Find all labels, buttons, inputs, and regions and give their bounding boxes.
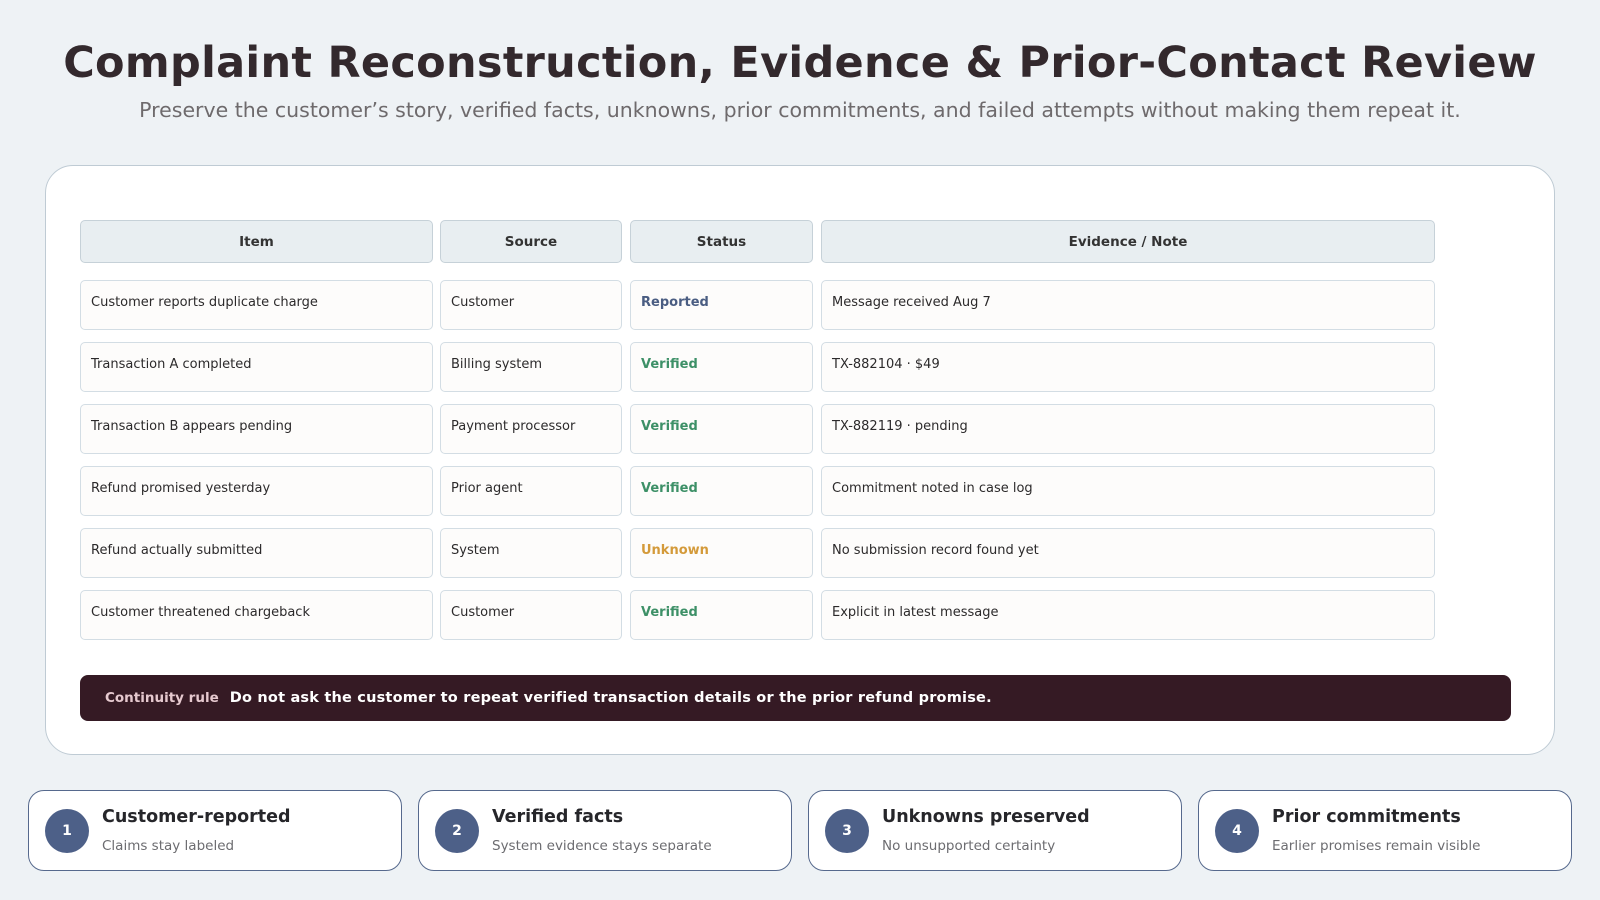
source-cell: Billing system bbox=[440, 342, 622, 392]
source-cell: Customer bbox=[440, 280, 622, 330]
card-description: No unsupported certainty bbox=[882, 838, 1056, 854]
item-cell: Transaction A completed bbox=[80, 342, 433, 392]
card-description: Earlier promises remain visible bbox=[1272, 838, 1481, 854]
column-header-status[interactable]: Status bbox=[630, 220, 813, 263]
page: Complaint Reconstruction, Evidence & Pri… bbox=[0, 0, 1600, 900]
principle-card-prior-commitments[interactable]: 4 Prior commitments Earlier promises rem… bbox=[1198, 790, 1572, 871]
card-title: Verified facts bbox=[492, 807, 624, 827]
source-cell: Prior agent bbox=[440, 466, 622, 516]
continuity-rule-text: Do not ask the customer to repeat verifi… bbox=[229, 690, 992, 706]
evidence-cell: No submission record found yet bbox=[821, 528, 1435, 578]
evidence-panel: Item Source Status Evidence / Note Custo… bbox=[45, 165, 1555, 755]
principle-card-customer-reported[interactable]: 1 Customer-reported Claims stay labeled bbox=[28, 790, 402, 871]
source-cell: Payment processor bbox=[440, 404, 622, 454]
page-subtitle: Preserve the customer’s story, verified … bbox=[139, 98, 1461, 122]
evidence-cell: Commitment noted in case log bbox=[821, 466, 1435, 516]
card-title: Customer-reported bbox=[102, 807, 291, 827]
continuity-rule-banner: Continuity rule Do not ask the customer … bbox=[80, 675, 1511, 721]
item-cell: Refund actually submitted bbox=[80, 528, 433, 578]
status-badge: Reported bbox=[630, 280, 813, 330]
column-header-item[interactable]: Item bbox=[80, 220, 433, 263]
status-badge: Verified bbox=[630, 404, 813, 454]
principle-card-verified-facts[interactable]: 2 Verified facts System evidence stays s… bbox=[418, 790, 792, 871]
step-number-badge: 2 bbox=[435, 809, 479, 853]
principle-card-unknowns-preserved[interactable]: 3 Unknowns preserved No unsupported cert… bbox=[808, 790, 1182, 871]
item-cell: Transaction B appears pending bbox=[80, 404, 433, 454]
card-description: Claims stay labeled bbox=[102, 838, 235, 854]
item-cell: Customer reports duplicate charge bbox=[80, 280, 433, 330]
item-cell: Customer threatened chargeback bbox=[80, 590, 433, 640]
item-cell: Refund promised yesterday bbox=[80, 466, 433, 516]
card-title: Prior commitments bbox=[1272, 807, 1461, 827]
evidence-cell: Explicit in latest message bbox=[821, 590, 1435, 640]
continuity-rule-label: Continuity rule bbox=[105, 690, 219, 706]
step-number-badge: 1 bbox=[45, 809, 89, 853]
evidence-cell: TX-882119 · pending bbox=[821, 404, 1435, 454]
status-badge: Verified bbox=[630, 590, 813, 640]
evidence-cell: TX-882104 · $49 bbox=[821, 342, 1435, 392]
status-badge: Verified bbox=[630, 466, 813, 516]
status-badge: Unknown bbox=[630, 528, 813, 578]
step-number-badge: 4 bbox=[1215, 809, 1259, 853]
status-badge: Verified bbox=[630, 342, 813, 392]
source-cell: System bbox=[440, 528, 622, 578]
card-description: System evidence stays separate bbox=[492, 838, 712, 854]
card-title: Unknowns preserved bbox=[882, 807, 1090, 827]
step-number-badge: 3 bbox=[825, 809, 869, 853]
source-cell: Customer bbox=[440, 590, 622, 640]
column-header-evidence[interactable]: Evidence / Note bbox=[821, 220, 1435, 263]
evidence-cell: Message received Aug 7 bbox=[821, 280, 1435, 330]
column-header-source[interactable]: Source bbox=[440, 220, 622, 263]
page-title: Complaint Reconstruction, Evidence & Pri… bbox=[63, 38, 1537, 88]
